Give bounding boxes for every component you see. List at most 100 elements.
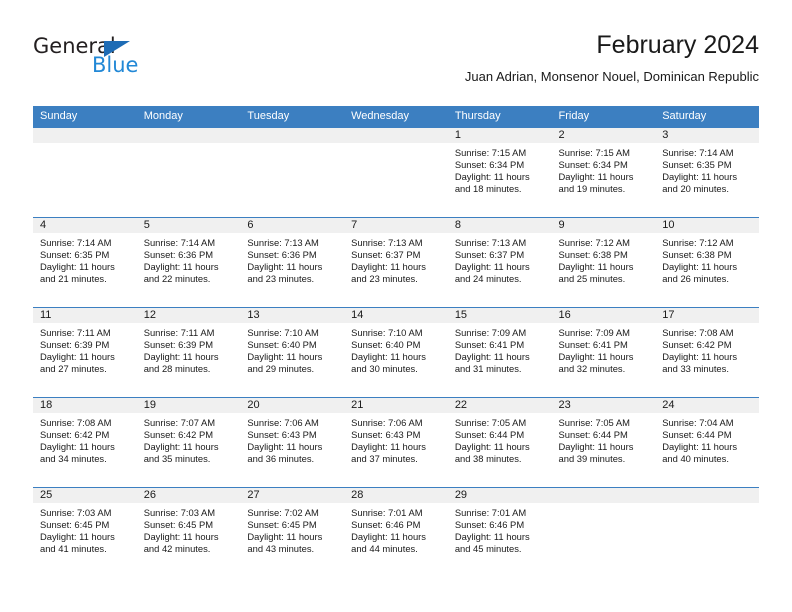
daylight-text-line1: Daylight: 11 hours — [143, 531, 219, 543]
day-cell: 19 Sunrise: 7:07 AM Sunset: 6:42 PM Dayl… — [136, 398, 241, 487]
day-number: 23 — [551, 398, 656, 413]
calendar-cell[interactable]: 3 Sunrise: 7:14 AM Sunset: 6:35 PM Dayli… — [655, 127, 759, 218]
day-number: 20 — [240, 398, 345, 413]
day-cell: 4 Sunrise: 7:14 AM Sunset: 6:35 PM Dayli… — [33, 218, 137, 307]
day-number: 15 — [447, 308, 552, 323]
day-cell: 26 Sunrise: 7:03 AM Sunset: 6:45 PM Dayl… — [136, 488, 241, 577]
calendar-cell[interactable]: 7 Sunrise: 7:13 AM Sunset: 6:37 PM Dayli… — [344, 217, 448, 308]
day-cell: 12 Sunrise: 7:11 AM Sunset: 6:39 PM Dayl… — [136, 308, 241, 397]
sunrise-text: Sunrise: 7:05 AM — [558, 417, 630, 428]
calendar-week-row: 4 Sunrise: 7:14 AM Sunset: 6:35 PM Dayli… — [33, 217, 759, 308]
day-number — [344, 128, 448, 143]
sunrise-text: Sunrise: 7:03 AM — [143, 507, 216, 518]
calendar-cell[interactable]: 24 Sunrise: 7:04 AM Sunset: 6:44 PM Dayl… — [655, 397, 759, 488]
calendar-cell[interactable]: 15 Sunrise: 7:09 AM Sunset: 6:41 PM Dayl… — [447, 307, 552, 398]
calendar-cell[interactable]: 28 Sunrise: 7:01 AM Sunset: 6:46 PM Dayl… — [344, 487, 448, 577]
day-cell: 17 Sunrise: 7:08 AM Sunset: 6:42 PM Dayl… — [655, 308, 759, 397]
calendar-cell[interactable] — [240, 127, 345, 218]
calendar-cell[interactable]: 9 Sunrise: 7:12 AM Sunset: 6:38 PM Dayli… — [551, 217, 656, 308]
calendar-cell[interactable]: 25 Sunrise: 7:03 AM Sunset: 6:45 PM Dayl… — [33, 487, 137, 577]
calendar-cell[interactable]: 6 Sunrise: 7:13 AM Sunset: 6:36 PM Dayli… — [240, 217, 345, 308]
calendar-cell[interactable]: 18 Sunrise: 7:08 AM Sunset: 6:42 PM Dayl… — [33, 397, 137, 488]
calendar-cell[interactable] — [33, 127, 137, 218]
day-info: Sunrise: 7:07 AM Sunset: 6:42 PM Dayligh… — [137, 413, 241, 465]
daylight-text-line2: and 44 minutes. — [351, 543, 418, 555]
calendar-cell[interactable]: 23 Sunrise: 7:05 AM Sunset: 6:44 PM Dayl… — [551, 397, 656, 488]
calendar-cell[interactable]: 17 Sunrise: 7:08 AM Sunset: 6:42 PM Dayl… — [655, 307, 759, 398]
day-number — [33, 128, 137, 143]
calendar-cell[interactable]: 20 Sunrise: 7:06 AM Sunset: 6:43 PM Dayl… — [240, 397, 345, 488]
day-number: 4 — [33, 218, 137, 233]
calendar-cell[interactable]: 11 Sunrise: 7:11 AM Sunset: 6:39 PM Dayl… — [33, 307, 137, 398]
day-info: Sunrise: 7:03 AM Sunset: 6:45 PM Dayligh… — [33, 503, 137, 555]
daylight-text-line1: Daylight: 11 hours — [454, 441, 530, 453]
day-number: 10 — [655, 218, 759, 233]
daylight-text-line2: and 41 minutes. — [40, 543, 107, 555]
calendar-cell[interactable] — [136, 127, 241, 218]
calendar-cell[interactable]: 1 Sunrise: 7:15 AM Sunset: 6:34 PM Dayli… — [447, 127, 552, 218]
sunset-text: Sunset: 6:39 PM — [40, 339, 110, 351]
day-info: Sunrise: 7:05 AM Sunset: 6:44 PM Dayligh… — [448, 413, 552, 465]
day-info: Sunrise: 7:01 AM Sunset: 6:46 PM Dayligh… — [344, 503, 448, 555]
day-cell-empty — [551, 488, 656, 577]
day-info: Sunrise: 7:10 AM Sunset: 6:40 PM Dayligh… — [344, 323, 448, 375]
sunrise-text: Sunrise: 7:12 AM — [662, 237, 734, 248]
calendar-cell[interactable]: 26 Sunrise: 7:03 AM Sunset: 6:45 PM Dayl… — [136, 487, 241, 577]
day-number: 26 — [136, 488, 241, 503]
daylight-text-line2: and 23 minutes. — [351, 273, 418, 285]
weekday-header-wednesday: Wednesday — [344, 106, 448, 128]
day-number: 16 — [551, 308, 656, 323]
calendar-cell[interactable]: 27 Sunrise: 7:02 AM Sunset: 6:45 PM Dayl… — [240, 487, 345, 577]
day-number: 11 — [33, 308, 137, 323]
day-cell: 6 Sunrise: 7:13 AM Sunset: 6:36 PM Dayli… — [240, 218, 345, 307]
daylight-text-line1: Daylight: 11 hours — [662, 441, 738, 453]
calendar-cell[interactable]: 16 Sunrise: 7:09 AM Sunset: 6:41 PM Dayl… — [551, 307, 656, 398]
calendar-cell[interactable]: 12 Sunrise: 7:11 AM Sunset: 6:39 PM Dayl… — [136, 307, 241, 398]
calendar-cell[interactable]: 21 Sunrise: 7:06 AM Sunset: 6:43 PM Dayl… — [344, 397, 448, 488]
calendar-cell[interactable]: 2 Sunrise: 7:15 AM Sunset: 6:34 PM Dayli… — [551, 127, 656, 218]
sunset-text: Sunset: 6:40 PM — [351, 339, 421, 351]
sunrise-text: Sunrise: 7:01 AM — [454, 507, 527, 518]
daylight-text-line1: Daylight: 11 hours — [454, 351, 530, 363]
calendar-cell[interactable]: 4 Sunrise: 7:14 AM Sunset: 6:35 PM Dayli… — [33, 217, 137, 308]
calendar-cell[interactable]: 13 Sunrise: 7:10 AM Sunset: 6:40 PM Dayl… — [240, 307, 345, 398]
day-number: 8 — [447, 218, 552, 233]
sunrise-text: Sunrise: 7:11 AM — [143, 327, 215, 338]
sunset-text: Sunset: 6:42 PM — [40, 429, 110, 441]
day-cell: 2 Sunrise: 7:15 AM Sunset: 6:34 PM Dayli… — [551, 128, 656, 217]
day-info: Sunrise: 7:02 AM Sunset: 6:45 PM Dayligh… — [240, 503, 344, 555]
calendar-cell[interactable]: 8 Sunrise: 7:13 AM Sunset: 6:37 PM Dayli… — [447, 217, 552, 308]
sunrise-text: Sunrise: 7:07 AM — [143, 417, 216, 428]
calendar-cell[interactable] — [551, 487, 656, 577]
day-info: Sunrise: 7:09 AM Sunset: 6:41 PM Dayligh… — [552, 323, 656, 375]
day-cell: 24 Sunrise: 7:04 AM Sunset: 6:44 PM Dayl… — [655, 398, 759, 487]
calendar-cell[interactable] — [344, 127, 448, 218]
sunset-text: Sunset: 6:43 PM — [351, 429, 421, 441]
day-number: 29 — [447, 488, 552, 503]
day-cell: 1 Sunrise: 7:15 AM Sunset: 6:34 PM Dayli… — [447, 128, 552, 217]
sunrise-text: Sunrise: 7:14 AM — [143, 237, 216, 248]
calendar-cell[interactable]: 14 Sunrise: 7:10 AM Sunset: 6:40 PM Dayl… — [344, 307, 448, 398]
daylight-text-line2: and 35 minutes. — [143, 453, 211, 465]
calendar-cell[interactable] — [655, 487, 759, 577]
sunset-text: Sunset: 6:41 PM — [558, 339, 628, 351]
calendar-cell[interactable]: 10 Sunrise: 7:12 AM Sunset: 6:38 PM Dayl… — [655, 217, 759, 308]
calendar-cell[interactable]: 22 Sunrise: 7:05 AM Sunset: 6:44 PM Dayl… — [447, 397, 552, 488]
day-info: Sunrise: 7:12 AM Sunset: 6:38 PM Dayligh… — [552, 233, 656, 285]
sunrise-text: Sunrise: 7:15 AM — [558, 147, 630, 158]
sunset-text: Sunset: 6:36 PM — [247, 249, 317, 261]
calendar-cell[interactable]: 29 Sunrise: 7:01 AM Sunset: 6:46 PM Dayl… — [447, 487, 552, 577]
calendar-header: Sunday Monday Tuesday Wednesday Thursday… — [33, 106, 759, 128]
daylight-text-line2: and 18 minutes. — [454, 183, 522, 195]
general-blue-logo[interactable]: General Blue — [33, 36, 183, 84]
daylight-text-line1: Daylight: 11 hours — [40, 531, 115, 543]
calendar-cell[interactable]: 5 Sunrise: 7:14 AM Sunset: 6:36 PM Dayli… — [136, 217, 241, 308]
sunset-text: Sunset: 6:44 PM — [662, 429, 732, 441]
daylight-text-line2: and 43 minutes. — [247, 543, 315, 555]
day-info: Sunrise: 7:08 AM Sunset: 6:42 PM Dayligh… — [655, 323, 759, 375]
sunset-text: Sunset: 6:35 PM — [40, 249, 110, 261]
calendar-cell[interactable]: 19 Sunrise: 7:07 AM Sunset: 6:42 PM Dayl… — [136, 397, 241, 488]
daylight-text-line1: Daylight: 11 hours — [143, 261, 219, 273]
daylight-text-line2: and 21 minutes. — [40, 273, 107, 285]
sunset-text: Sunset: 6:37 PM — [351, 249, 421, 261]
